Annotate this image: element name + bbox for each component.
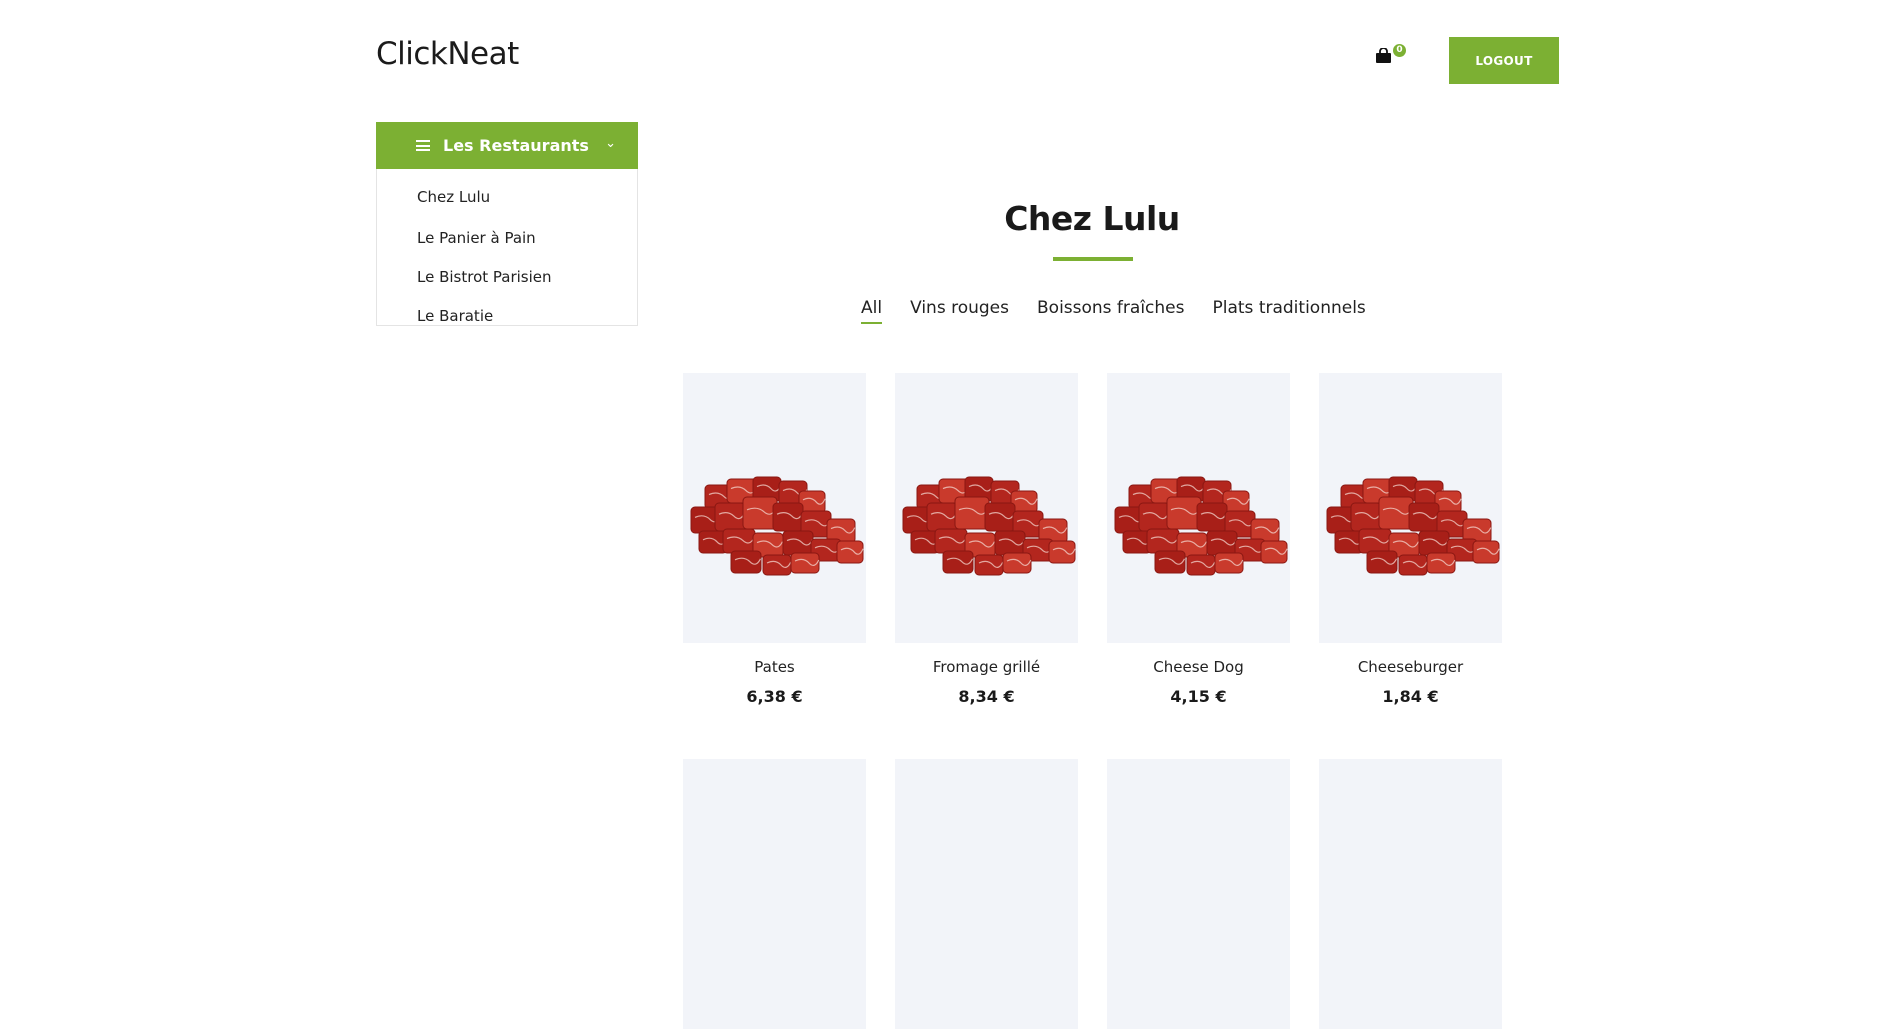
product-card[interactable] (895, 759, 1078, 1029)
sidebar-item-chez-lulu[interactable]: Chez Lulu (377, 184, 637, 223)
product-image[interactable] (1319, 373, 1502, 643)
meat-cube (1366, 550, 1398, 574)
product-name[interactable]: Cheeseburger (1319, 658, 1502, 676)
product-image[interactable] (895, 759, 1078, 1029)
meat-cube (1002, 552, 1032, 574)
meat-cube (730, 550, 762, 574)
filter-boissons-fraiches[interactable]: Boissons fraîches (1037, 298, 1185, 324)
restaurant-list: Chez Lulu Le Panier à Pain Le Bistrot Pa… (376, 169, 638, 326)
product-card[interactable]: Pates 6,38 € (683, 373, 866, 706)
meat-cube (772, 502, 804, 532)
filter-all[interactable]: All (861, 298, 883, 324)
product-card[interactable] (683, 759, 866, 1029)
meat-cube (1186, 554, 1216, 576)
hamburger-icon (416, 140, 430, 151)
product-card[interactable]: Cheeseburger 1,84 € (1319, 373, 1502, 706)
product-name[interactable]: Fromage grillé (895, 658, 1078, 676)
page-title: Chez Lulu (1004, 199, 1180, 238)
meat-cube (1472, 540, 1500, 564)
filter-plats-traditionnels[interactable]: Plats traditionnels (1213, 298, 1366, 324)
product-card[interactable] (1319, 759, 1502, 1029)
meat-cube (714, 502, 746, 532)
cart-count-badge: 0 (1393, 44, 1406, 57)
product-card[interactable]: Cheese Dog 4,15 € (1107, 373, 1290, 706)
product-price: 1,84 € (1382, 687, 1439, 706)
meat-cube (790, 552, 820, 574)
product-card[interactable]: Fromage grillé 8,34 € (895, 373, 1078, 706)
sidebar-item-le-baratie[interactable]: Le Baratie (377, 301, 637, 340)
product-price: 6,38 € (746, 687, 803, 706)
meat-cube (1048, 540, 1076, 564)
category-filters: All Vins rouges Boissons fraîches Plats … (861, 298, 1394, 324)
chevron-down-icon[interactable]: ⌄ (605, 136, 616, 151)
product-image[interactable] (895, 373, 1078, 643)
meat-cube (1206, 530, 1238, 556)
sidebar-toggle[interactable]: Les Restaurants ⌄ (376, 122, 638, 169)
meat-cube (762, 554, 792, 576)
restaurant-sidebar: Les Restaurants ⌄ Chez Lulu Le Panier à … (376, 122, 638, 326)
meat-cube (1154, 550, 1186, 574)
product-name[interactable]: Cheese Dog (1107, 658, 1290, 676)
product-price: 4,15 € (1170, 687, 1227, 706)
meat-cube (836, 540, 864, 564)
cart-button[interactable]: 0 (1375, 44, 1406, 70)
meat-cube (994, 530, 1026, 556)
meat-cube (1214, 552, 1244, 574)
product-image[interactable] (683, 759, 866, 1029)
meat-cube (1418, 530, 1450, 556)
meat-cube (984, 502, 1016, 532)
meat-cube (1408, 502, 1440, 532)
product-image[interactable] (1107, 373, 1290, 643)
product-name[interactable]: Pates (683, 658, 866, 676)
meat-cube (1260, 540, 1288, 564)
sidebar-item-le-bistrot-parisien[interactable]: Le Bistrot Parisien (377, 262, 637, 301)
sidebar-title: Les Restaurants (443, 136, 589, 155)
meat-cubes-image (1114, 476, 1288, 576)
sidebar-item-le-panier-a-pain[interactable]: Le Panier à Pain (377, 223, 637, 262)
product-price: 8,34 € (958, 687, 1015, 706)
product-image[interactable] (1319, 759, 1502, 1029)
meat-cube (1358, 528, 1392, 554)
meat-cubes-image (690, 476, 864, 576)
meat-cube (782, 530, 814, 556)
meat-cube (934, 528, 968, 554)
meat-cube (942, 550, 974, 574)
product-image[interactable] (1107, 759, 1290, 1029)
meat-cube (974, 554, 1004, 576)
meat-cubes-image (902, 476, 1076, 576)
meat-cube (1426, 552, 1456, 574)
meat-cube (926, 502, 958, 532)
meat-cube (1138, 502, 1170, 532)
meat-cubes-image (1326, 476, 1500, 576)
filter-vins-rouges[interactable]: Vins rouges (910, 298, 1009, 324)
logout-button[interactable]: LOGOUT (1449, 37, 1559, 84)
product-image[interactable] (683, 373, 866, 643)
product-card[interactable] (1107, 759, 1290, 1029)
title-underline (1053, 257, 1133, 261)
site-logo[interactable]: ClickNeat (376, 36, 519, 72)
meat-cube (1196, 502, 1228, 532)
meat-cube (1350, 502, 1382, 532)
meat-cube (722, 528, 756, 554)
meat-cube (1146, 528, 1180, 554)
shopping-bag-icon (1376, 48, 1391, 63)
meat-cube (1398, 554, 1428, 576)
